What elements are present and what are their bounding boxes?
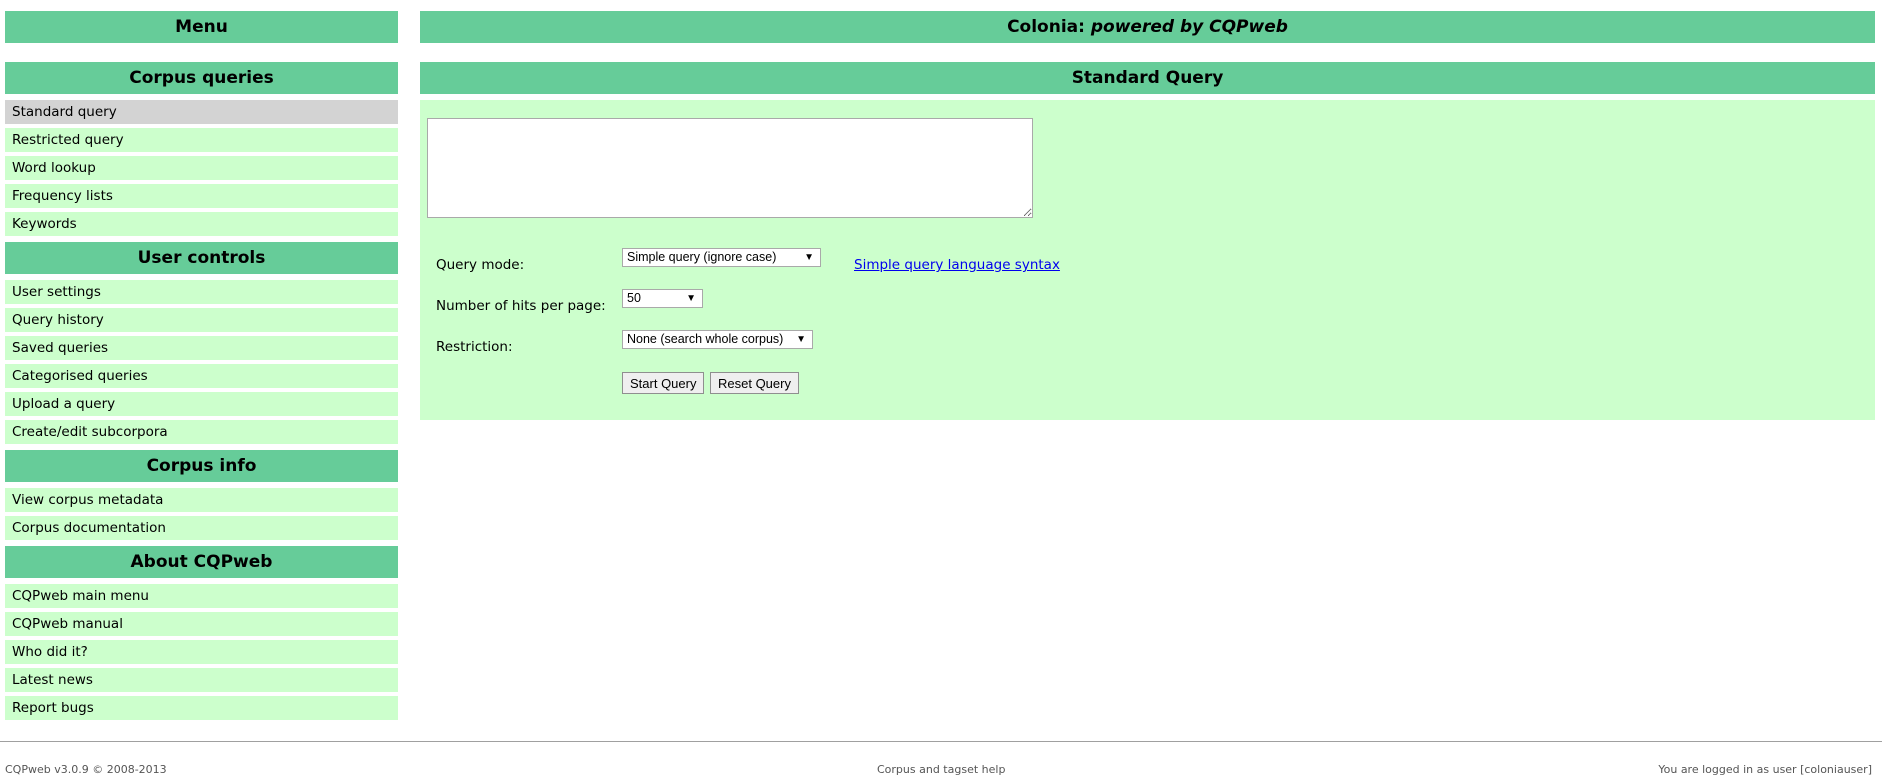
menu-item-cqpweb-manual[interactable]: CQPweb manual <box>5 612 398 636</box>
hits-per-page-label: Number of hits per page: <box>436 298 606 314</box>
query-mode-select[interactable]: Simple query (ignore case) ▼ <box>622 248 821 267</box>
app-title: Colonia: powered by CQPweb <box>420 11 1875 43</box>
menu-item-corpus-documentation[interactable]: Corpus documentation <box>5 516 398 540</box>
menu-item-create-edit-subcorpora[interactable]: Create/edit subcorpora <box>5 420 398 444</box>
sidebar-menu: Menu Corpus queries Standard query Restr… <box>5 11 398 720</box>
menu-item-latest-news[interactable]: Latest news <box>5 668 398 692</box>
menu-item-categorised-queries[interactable]: Categorised queries <box>5 364 398 388</box>
menu-item-keywords[interactable]: Keywords <box>5 212 398 236</box>
app-title-powered: powered by CQPweb <box>1090 17 1288 37</box>
footer-version: CQPweb v3.0.9 © 2008-2013 <box>5 763 167 776</box>
reset-query-button[interactable]: Reset Query <box>710 372 799 394</box>
footer-divider <box>0 741 1882 742</box>
menu-item-query-history[interactable]: Query history <box>5 308 398 332</box>
dropdown-arrow-icon: ▼ <box>796 334 806 345</box>
query-syntax-link[interactable]: Simple query language syntax <box>854 257 1060 273</box>
menu-item-report-bugs[interactable]: Report bugs <box>5 696 398 720</box>
menu-item-user-settings[interactable]: User settings <box>5 280 398 304</box>
query-input[interactable] <box>427 118 1033 218</box>
menu-item-frequency-lists[interactable]: Frequency lists <box>5 184 398 208</box>
section-heading-corpus-info: Corpus info <box>5 450 398 482</box>
section-heading-corpus-queries: Corpus queries <box>5 62 398 94</box>
start-query-button[interactable]: Start Query <box>622 372 705 394</box>
restriction-label: Restriction: <box>436 339 513 355</box>
query-form-panel: Query mode: Simple query (ignore case) ▼… <box>420 100 1875 420</box>
hits-per-page-value: 50 <box>627 291 641 305</box>
footer-help-link[interactable]: Corpus and tagset help <box>877 763 1005 776</box>
menu-item-word-lookup[interactable]: Word lookup <box>5 156 398 180</box>
menu-item-standard-query[interactable]: Standard query <box>5 100 398 124</box>
footer-login-status: You are logged in as user [coloniauser] <box>1658 763 1872 776</box>
menu-item-restricted-query[interactable]: Restricted query <box>5 128 398 152</box>
query-mode-value: Simple query (ignore case) <box>627 250 777 264</box>
restriction-select[interactable]: None (search whole corpus) ▼ <box>622 330 813 349</box>
menu-item-upload-query[interactable]: Upload a query <box>5 392 398 416</box>
hits-per-page-select[interactable]: 50 ▼ <box>622 289 703 308</box>
section-heading-about-cqpweb: About CQPweb <box>5 546 398 578</box>
main-content: Colonia: powered by CQPweb Standard Quer… <box>420 11 1875 420</box>
menu-item-view-corpus-metadata[interactable]: View corpus metadata <box>5 488 398 512</box>
dropdown-arrow-icon: ▼ <box>686 293 696 304</box>
app-title-prefix: Colonia: <box>1007 17 1091 37</box>
menu-item-cqpweb-main-menu[interactable]: CQPweb main menu <box>5 584 398 608</box>
page-title: Standard Query <box>420 62 1875 94</box>
restriction-value: None (search whole corpus) <box>627 332 784 346</box>
menu-title: Menu <box>5 11 398 43</box>
query-mode-label: Query mode: <box>436 257 525 273</box>
section-heading-user-controls: User controls <box>5 242 398 274</box>
menu-item-saved-queries[interactable]: Saved queries <box>5 336 398 360</box>
dropdown-arrow-icon: ▼ <box>804 252 814 263</box>
menu-item-who-did-it[interactable]: Who did it? <box>5 640 398 664</box>
